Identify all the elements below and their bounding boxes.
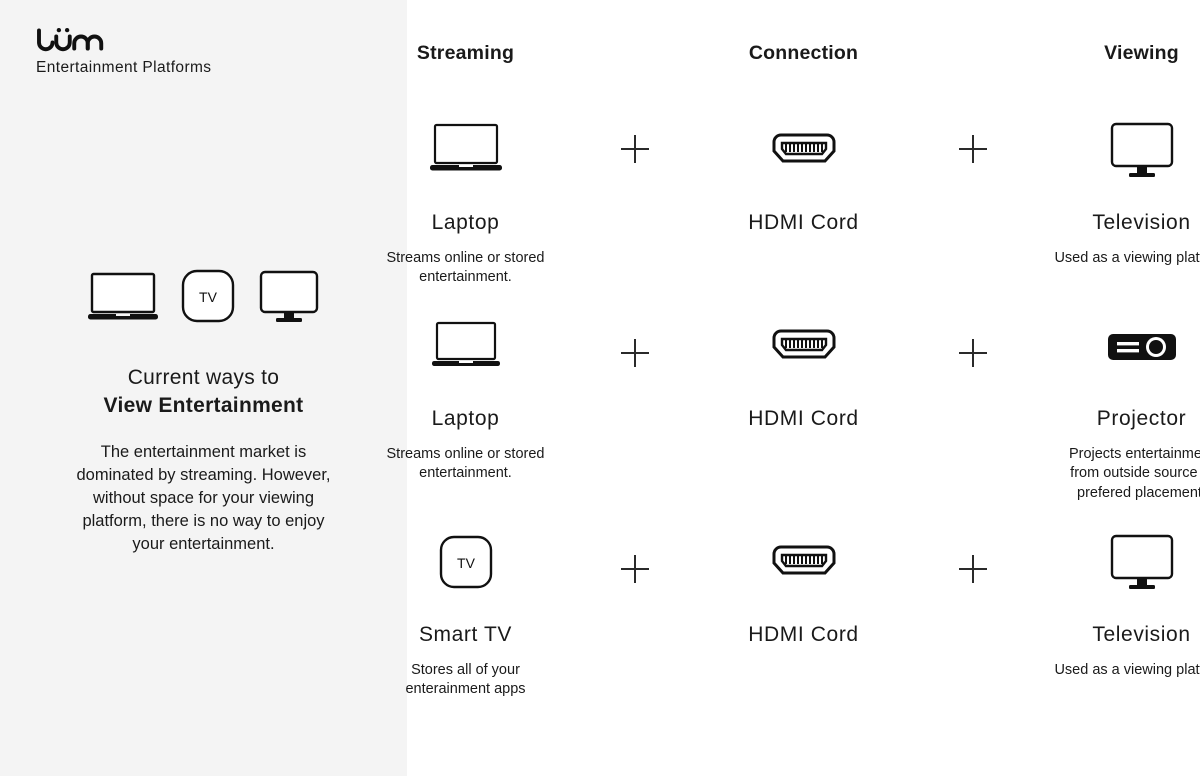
plus-operator-r3c2: [919, 503, 1027, 699]
hdmi-cord-icon: [689, 309, 919, 385]
cell-row2-connection: HDMI Cord: [689, 287, 919, 502]
cell-description: Used as a viewing platform: [1054, 661, 1200, 678]
cell-row3-connection: HDMI Cord: [689, 503, 919, 699]
column-header-streaming: Streaming: [416, 42, 515, 64]
cell-row3-viewing: Television Used as a viewing platform: [1027, 503, 1200, 699]
cell-label: Laptop: [431, 211, 500, 234]
column-header-viewing: Viewing: [1104, 42, 1179, 64]
television-icon: [258, 268, 320, 326]
cell-description: Streams online or stored entertainment.: [386, 446, 545, 482]
cell-row1-streaming: Laptop Streams online or stored entertai…: [351, 83, 581, 287]
smart-tv-icon: TV: [351, 525, 581, 601]
hdmi-cord-icon: [689, 113, 919, 189]
header-spacer-2: [919, 42, 1027, 83]
sidebar-headline: Current ways to View Entertainment: [0, 364, 407, 419]
main-panel: Streaming Connection Viewing Laptop Stre…: [387, 0, 1200, 776]
comparison-grid: Streaming Connection Viewing Laptop Stre…: [387, 0, 1200, 699]
brand-subtitle: Entertainment Platforms: [36, 59, 212, 76]
smart-tv-label: TV: [457, 555, 476, 571]
header-spacer-1: [581, 42, 689, 83]
hdmi-cord-icon: [689, 525, 919, 601]
plus-icon: [620, 135, 649, 163]
plus-operator-r1c2: [919, 83, 1027, 287]
plus-icon: [958, 135, 987, 163]
cell-label: Laptop: [431, 407, 500, 431]
cell-row1-connection: HDMI Cord: [689, 83, 919, 287]
plus-operator-r1c1: [581, 83, 689, 287]
cell-description: Streams online or stored entertainment.: [386, 250, 545, 286]
cell-label: Television: [1092, 622, 1191, 646]
sidebar-panel: Entertainment Platforms TV Current ways …: [0, 0, 407, 776]
cell-label: HDMI Cord: [748, 622, 859, 646]
cell-row2-viewing: Projector Projects entertainment from ou…: [1027, 287, 1200, 502]
cell-row1-viewing: Television Used as a viewing platform: [1027, 83, 1200, 287]
television-icon: [1027, 113, 1200, 189]
smart-tv-label: TV: [199, 289, 218, 305]
sidebar-icon-row: TV: [0, 262, 407, 326]
plus-operator-r3c1: [581, 503, 689, 699]
headline-line-1: Current ways to: [127, 366, 280, 389]
laptop-icon: [351, 113, 581, 189]
plus-icon: [620, 339, 649, 368]
plus-icon: [958, 554, 987, 583]
cell-label: Projector: [1096, 407, 1187, 431]
television-icon: [1027, 525, 1200, 601]
plus-operator-r2c1: [581, 287, 689, 502]
cell-label: Television: [1092, 211, 1191, 234]
lum-wordmark-logo: [36, 26, 108, 56]
brand-block: Entertainment Platforms: [36, 26, 211, 77]
sidebar-blurb: The entertainment market is dominated by…: [76, 443, 331, 553]
laptop-icon: [87, 268, 158, 326]
column-header-connection: Connection: [748, 42, 859, 64]
cell-label: HDMI Cord: [748, 407, 859, 431]
cell-row2-streaming: Laptop Streams online or stored entertai…: [351, 287, 581, 502]
cell-row3-streaming: TV Smart TV Stores all of your enterainm…: [351, 503, 581, 699]
smart-tv-icon: TV: [180, 268, 236, 326]
headline-line-2: View Entertainment: [103, 393, 304, 417]
plus-operator-r2c2: [919, 287, 1027, 502]
cell-description: Stores all of your enterainment apps: [405, 661, 526, 697]
cell-description: Used as a viewing platform: [1054, 250, 1200, 266]
plus-icon: [620, 554, 649, 583]
projector-icon: [1027, 309, 1200, 385]
cell-label: HDMI Cord: [748, 211, 859, 234]
infographic-page: Entertainment Platforms TV Current ways …: [0, 0, 1200, 776]
plus-icon: [958, 339, 987, 368]
cell-label: Smart TV: [418, 622, 513, 646]
sidebar-content: TV Current ways to View Entertainment Th…: [0, 262, 407, 555]
laptop-icon: [351, 309, 581, 385]
cell-description: Projects entertainment from outside sour…: [1068, 446, 1200, 501]
